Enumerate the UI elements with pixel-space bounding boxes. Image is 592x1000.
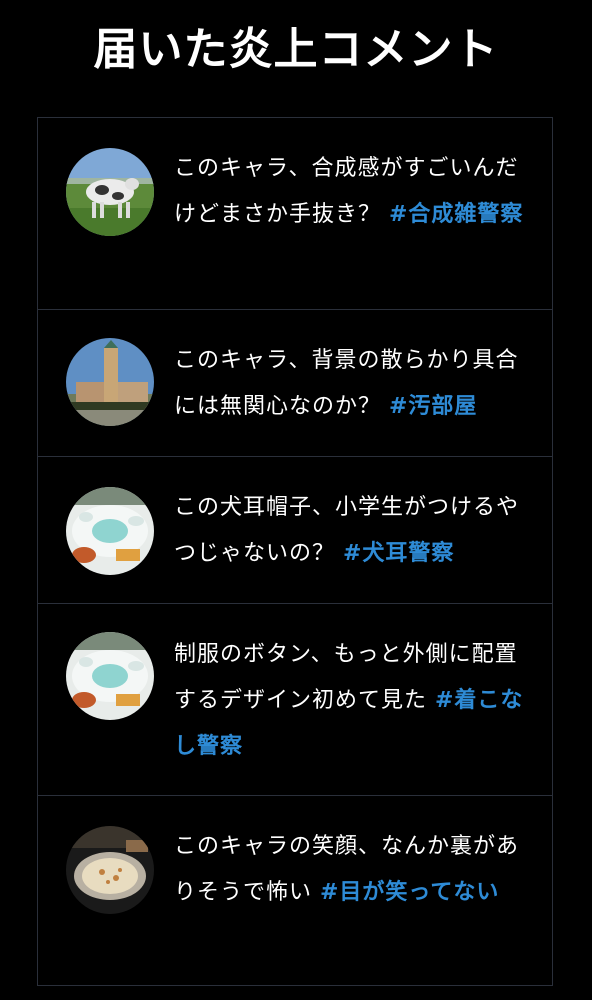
pizza-avatar-icon — [66, 826, 154, 914]
comment-item[interactable]: このキャラ、合成感がすごいんだけどまさか手抜き？ #合成雑警察 — [38, 118, 552, 310]
hashtag-link[interactable]: #合成雑警察 — [389, 202, 523, 227]
comment-text: この犬耳帽子、小学生がつけるやつじゃないの？ #犬耳警察 — [174, 485, 526, 577]
hashtag-link[interactable]: #汚部屋 — [389, 394, 477, 419]
page-title: 届いた炎上コメント — [93, 24, 499, 75]
hashtag-link[interactable]: #目が笑ってない — [320, 880, 499, 905]
comment-item[interactable]: この犬耳帽子、小学生がつけるやつじゃないの？ #犬耳警察 — [38, 457, 552, 604]
comment-item[interactable]: このキャラ、背景の散らかり具合には無関心なのか？ #汚部屋 — [38, 310, 552, 457]
cow-avatar-icon — [66, 148, 154, 236]
comments-page: 届いた炎上コメント このキャラ、合成感がすごいんだけどまさか手抜き？ #合成雑警… — [0, 0, 592, 1000]
clock-tower-avatar-icon — [66, 338, 154, 426]
comment-text: このキャラ、合成感がすごいんだけどまさか手抜き？ #合成雑警察 — [174, 146, 526, 238]
dining-table-avatar-icon — [66, 632, 154, 720]
hashtag-link[interactable]: #犬耳警察 — [343, 541, 454, 566]
comment-text: このキャラ、背景の散らかり具合には無関心なのか？ #汚部屋 — [174, 338, 526, 430]
dining-table-avatar-icon — [66, 487, 154, 575]
comment-item[interactable]: このキャラの笑顔、なんか裏がありそうで怖い #目が笑ってない — [38, 796, 552, 985]
comment-list: このキャラ、合成感がすごいんだけどまさか手抜き？ #合成雑警察 このキャラ、背景… — [37, 117, 553, 986]
comment-item[interactable]: 制服のボタン、もっと外側に配置するデザイン初めて見た #着こなし警察 — [38, 604, 552, 796]
comment-text: 制服のボタン、もっと外側に配置するデザイン初めて見た #着こなし警察 — [174, 632, 526, 770]
comment-text: このキャラの笑顔、なんか裏がありそうで怖い #目が笑ってない — [174, 824, 526, 916]
